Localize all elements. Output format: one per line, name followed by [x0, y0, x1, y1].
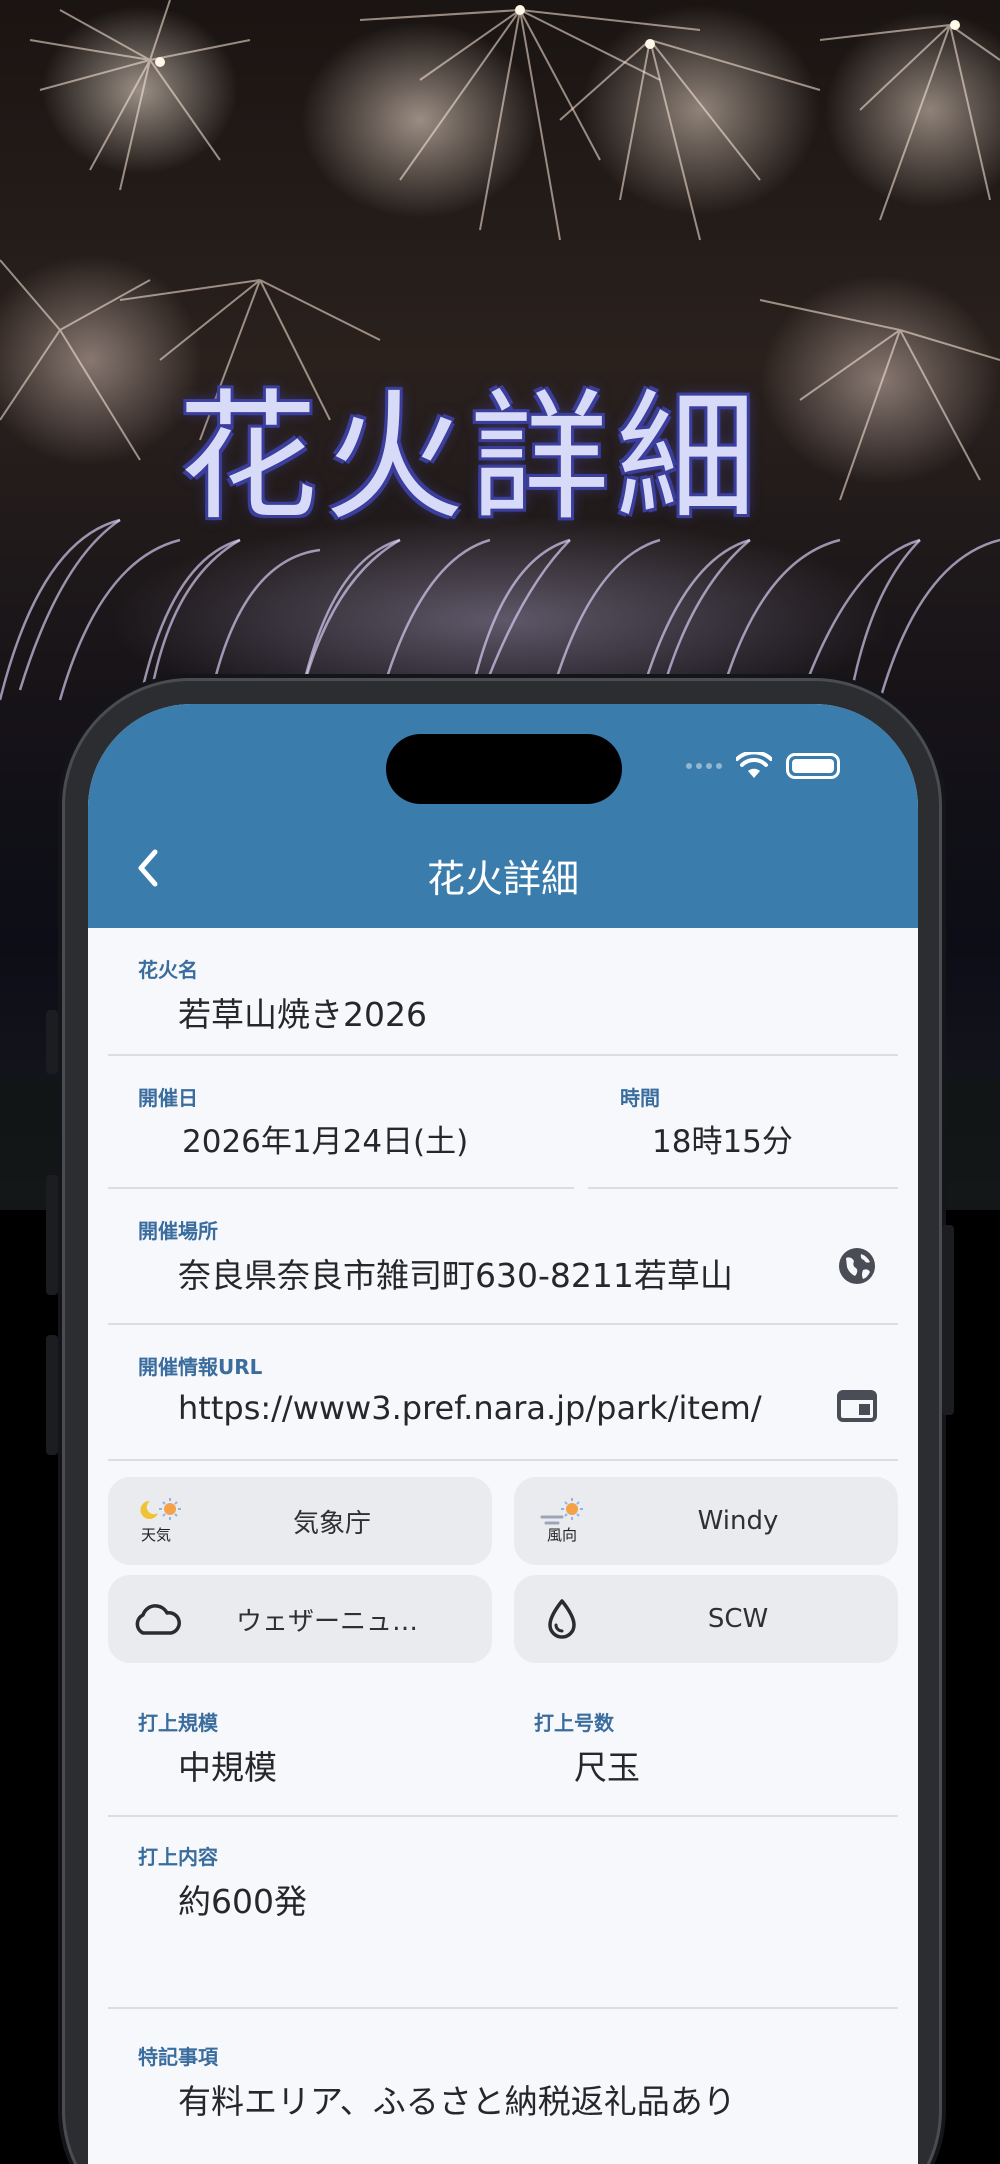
field-value: 奈良県奈良市雑司町630-8211若草山	[178, 1256, 733, 1295]
hero-title: 花火詳細	[177, 377, 762, 540]
chip-label: ウェザーニュ…	[235, 1606, 418, 1637]
field-value: 約600発	[178, 1882, 307, 1921]
app-bar: 花火詳細	[88, 704, 918, 928]
battery-icon	[786, 753, 840, 779]
water-drop-icon	[536, 1593, 588, 1645]
weather-link-jma[interactable]: 天気 気象庁	[108, 1477, 492, 1565]
status-bar-icons	[686, 752, 840, 780]
phone-side-button	[942, 1225, 954, 1415]
phone-action-button	[46, 1010, 58, 1074]
weather-link-scw[interactable]: SCW	[514, 1575, 898, 1663]
web-window-icon[interactable]	[836, 1385, 878, 1427]
field-time[interactable]: 時間 18時15分	[588, 1056, 898, 1189]
field-value: https://www3.pref.nara.jp/park/item/	[178, 1389, 762, 1427]
field-label: 時間	[620, 1086, 660, 1110]
field-value: 2026年1月24日(土)	[182, 1124, 469, 1160]
wifi-icon	[736, 752, 772, 778]
field-date[interactable]: 開催日 2026年1月24日(土)	[108, 1056, 574, 1189]
chip-label: 気象庁	[292, 1508, 371, 1539]
field-info-url[interactable]: 開催情報URL https://www3.pref.nara.jp/park/i…	[108, 1325, 898, 1461]
field-label: 特記事項	[138, 2045, 218, 2069]
weather-icon-caption: 天気	[140, 1526, 171, 1544]
field-label: 打上内容	[138, 1845, 218, 1869]
field-label: 開催場所	[138, 1219, 218, 1243]
phone-volume-down-button	[46, 1335, 58, 1455]
field-launch-row: 打上規模 中規模 打上号数 尺玉	[108, 1681, 898, 1817]
field-launch-size[interactable]: 打上号数 尺玉	[504, 1681, 898, 1815]
phone-screen: 花火詳細 花火名 若草山焼き2026 開催日 2026年1月24日(土) 時間 …	[88, 704, 918, 2164]
phone-volume-up-button	[46, 1175, 58, 1295]
chip-label: SCW	[707, 1604, 769, 1634]
field-value: 中規模	[178, 1748, 277, 1787]
field-notes[interactable]: 特記事項 有料エリア、ふるさと納税返礼品あり	[108, 2009, 898, 2164]
field-label: 花火名	[138, 958, 198, 982]
wind-direction-icon: 風向	[536, 1495, 588, 1547]
cloud-icon	[130, 1593, 182, 1645]
field-value: 若草山焼き2026	[178, 995, 427, 1034]
field-value: 有料エリア、ふるさと納税返礼品あり	[178, 2082, 736, 2121]
weather-link-weathernews[interactable]: ウェザーニュ…	[108, 1575, 492, 1663]
chip-label: Windy	[697, 1506, 779, 1536]
field-fireworks-name[interactable]: 花火名 若草山焼き2026	[108, 928, 898, 1056]
weather-icon: 天気	[130, 1495, 182, 1547]
field-value: 18時15分	[652, 1124, 793, 1160]
app-bar-title: 花火詳細	[426, 857, 579, 901]
signal-dots-icon	[686, 763, 722, 769]
field-launch-content[interactable]: 打上内容 約600発	[108, 1817, 898, 2009]
field-label: 打上号数	[534, 1711, 614, 1735]
dynamic-island	[386, 734, 622, 804]
wind-icon-caption: 風向	[546, 1526, 577, 1544]
field-launch-scale[interactable]: 打上規模 中規模	[108, 1681, 504, 1815]
field-place[interactable]: 開催場所 奈良県奈良市雑司町630-8211若草山	[108, 1189, 898, 1325]
field-label: 開催情報URL	[138, 1355, 263, 1379]
field-label: 打上規模	[138, 1711, 218, 1735]
weather-link-windy[interactable]: 風向 Windy	[514, 1477, 898, 1565]
globe-icon[interactable]	[836, 1245, 878, 1287]
field-label: 開催日	[138, 1086, 198, 1110]
field-value: 尺玉	[574, 1748, 640, 1787]
